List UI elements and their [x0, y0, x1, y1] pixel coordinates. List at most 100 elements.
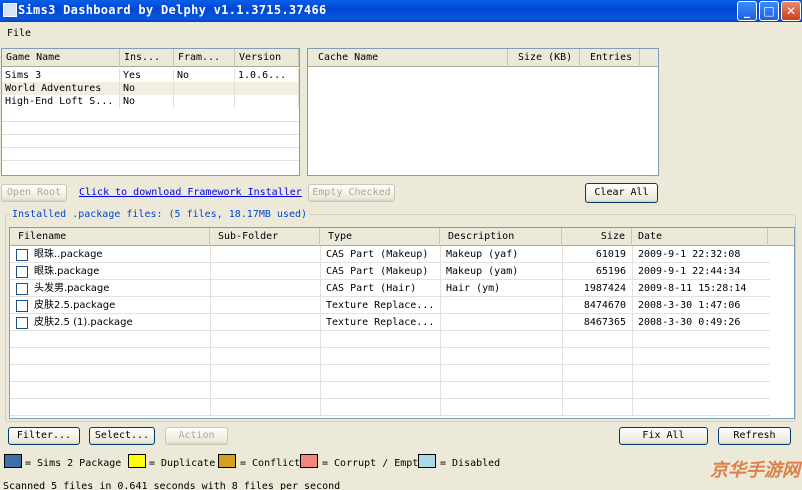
game-framework: No: [174, 69, 235, 82]
refresh-button[interactable]: Refresh: [718, 427, 791, 445]
package-filename: 头发男.package: [34, 283, 110, 294]
package-row[interactable]: 皮肤2.5.package Texture Replace... 8474670 20…: [10, 297, 770, 314]
game-version: [235, 95, 299, 108]
col-subfolder[interactable]: Sub-Folder: [210, 228, 320, 246]
package-subfolder: [210, 246, 320, 263]
package-row[interactable]: 眼珠.package CAS Part (Makeup) Makeup (yam) 6…: [10, 263, 770, 280]
game-row[interactable]: High-End Loft S... No: [2, 95, 299, 108]
package-type: Texture Replace...: [326, 300, 435, 311]
grid-line: [10, 415, 770, 416]
col-version[interactable]: Version: [235, 49, 299, 67]
package-size: 65196: [595, 266, 626, 277]
col-cache-size[interactable]: Size (KB): [508, 49, 580, 67]
package-description: Makeup (yam): [446, 266, 519, 277]
status-bar: Scanned 5 files in 0.641 seconds with 8 …: [0, 479, 802, 490]
game-version: 1.0.6...: [235, 69, 299, 82]
filter-button[interactable]: Filter...: [8, 427, 80, 445]
action-button[interactable]: Action: [165, 427, 228, 445]
grid-line: [10, 381, 770, 382]
package-size: 61019: [595, 249, 626, 260]
fix-all-button[interactable]: Fix All: [619, 427, 708, 445]
col-date[interactable]: Date: [632, 228, 768, 246]
minimize-button[interactable]: _: [737, 1, 757, 21]
maximize-icon: □: [763, 4, 775, 18]
legend-swatch-corrupt: [300, 454, 318, 468]
grid-line: [10, 398, 770, 399]
package-type: Texture Replace...: [326, 317, 435, 328]
grid-line: [10, 347, 770, 348]
package-date: 2009-8-11 15:28:14: [638, 283, 747, 294]
close-button[interactable]: ✕: [781, 1, 801, 21]
package-size: 8467365: [583, 317, 626, 328]
cache-grid[interactable]: Cache Name Size (KB) Entries: [307, 48, 659, 176]
package-date: 2008-3-30 1:47:06: [638, 300, 741, 311]
grid-line: [2, 160, 299, 161]
legend-label-sims2: = Sims 2 Package: [25, 458, 122, 469]
packages-grid-header: Filename Sub-Folder Type Description Siz…: [10, 228, 794, 246]
package-type: CAS Part (Makeup): [326, 249, 429, 260]
package-row[interactable]: 眼珠..package CAS Part (Makeup) Makeup (yaf)…: [10, 246, 770, 263]
col-type[interactable]: Type: [320, 228, 440, 246]
package-row[interactable]: 头发男.package CAS Part (Hair) Hair (ym) 19874…: [10, 280, 770, 297]
package-description: Makeup (yaf): [446, 249, 519, 260]
status-text: Scanned 5 files in 0.641 seconds with 8 …: [3, 481, 341, 490]
package-date: 2008-3-30 0:49:26: [638, 317, 741, 328]
legend-swatch-sims2: [4, 454, 22, 468]
game-framework: [174, 82, 235, 95]
game-row[interactable]: World Adventures No: [2, 82, 299, 95]
package-date: 2009-9-1 22:32:08: [638, 249, 741, 260]
legend-swatch-disabled: [418, 454, 436, 468]
package-type: CAS Part (Makeup): [326, 266, 429, 277]
legend-label-conflict: = Conflict: [240, 458, 301, 469]
grid-line: [2, 147, 299, 148]
package-description: [440, 314, 562, 331]
games-grid[interactable]: Game Name Ins... Fram... Version Sims 3 …: [1, 48, 300, 176]
package-subfolder: [210, 297, 320, 314]
package-row[interactable]: 皮肤2.5 (1).package Texture Replace... 84673…: [10, 314, 770, 331]
select-button[interactable]: Select...: [89, 427, 155, 445]
col-filename[interactable]: Filename: [10, 228, 210, 246]
close-icon: ✕: [785, 4, 797, 18]
open-root-button[interactable]: Open Root: [1, 184, 67, 202]
package-subfolder: [210, 263, 320, 280]
legend-label-duplicate: = Duplicate: [149, 458, 216, 469]
app-icon: [3, 3, 17, 17]
col-cache-entries[interactable]: Entries: [580, 49, 640, 67]
packages-group-title: Installed .package files: (5 files, 18.1…: [10, 209, 310, 220]
legend-swatch-conflict: [218, 454, 236, 468]
col-description[interactable]: Description: [440, 228, 562, 246]
col-game-name[interactable]: Game Name: [2, 49, 120, 67]
game-version: [235, 82, 299, 95]
game-row[interactable]: Sims 3 Yes No 1.0.6...: [2, 69, 299, 82]
menu-bar: File: [0, 23, 802, 43]
package-filename: 皮肤2.5.package: [34, 300, 116, 311]
clear-all-button[interactable]: Clear All: [585, 183, 658, 203]
menu-file[interactable]: File: [7, 28, 31, 39]
games-grid-header: Game Name Ins... Fram... Version: [2, 49, 299, 67]
package-size: 8474670: [583, 300, 626, 311]
package-description: [440, 297, 562, 314]
package-subfolder: [210, 280, 320, 297]
window-title: Sims3 Dashboard by Delphy v1.1.3715.3746…: [18, 3, 327, 17]
col-cache-name[interactable]: Cache Name: [308, 49, 508, 67]
package-subfolder: [210, 314, 320, 331]
package-filename: 皮肤2.5 (1).package: [34, 317, 133, 328]
package-type: CAS Part (Hair): [326, 283, 417, 294]
grid-line: [10, 364, 770, 365]
grid-line: [2, 121, 299, 122]
grid-line: [2, 134, 299, 135]
col-size[interactable]: Size: [562, 228, 632, 246]
game-installed: No: [120, 82, 174, 95]
empty-checked-button[interactable]: Empty Checked: [308, 184, 395, 202]
title-bar: Sims3 Dashboard by Delphy v1.1.3715.3746…: [0, 0, 802, 22]
package-filename: 眼珠..package: [34, 249, 103, 260]
game-framework: [174, 95, 235, 108]
maximize-button[interactable]: □: [759, 1, 779, 21]
col-installed[interactable]: Ins...: [120, 49, 174, 67]
cache-grid-header: Cache Name Size (KB) Entries: [308, 49, 658, 67]
game-installed: Yes: [120, 69, 174, 82]
legend-label-corrupt: = Corrupt / Empty: [322, 458, 418, 469]
legend-swatch-duplicate: [128, 454, 146, 468]
col-framework[interactable]: Fram...: [174, 49, 235, 67]
framework-download-link[interactable]: Click to download Framework Installer: [79, 187, 302, 198]
